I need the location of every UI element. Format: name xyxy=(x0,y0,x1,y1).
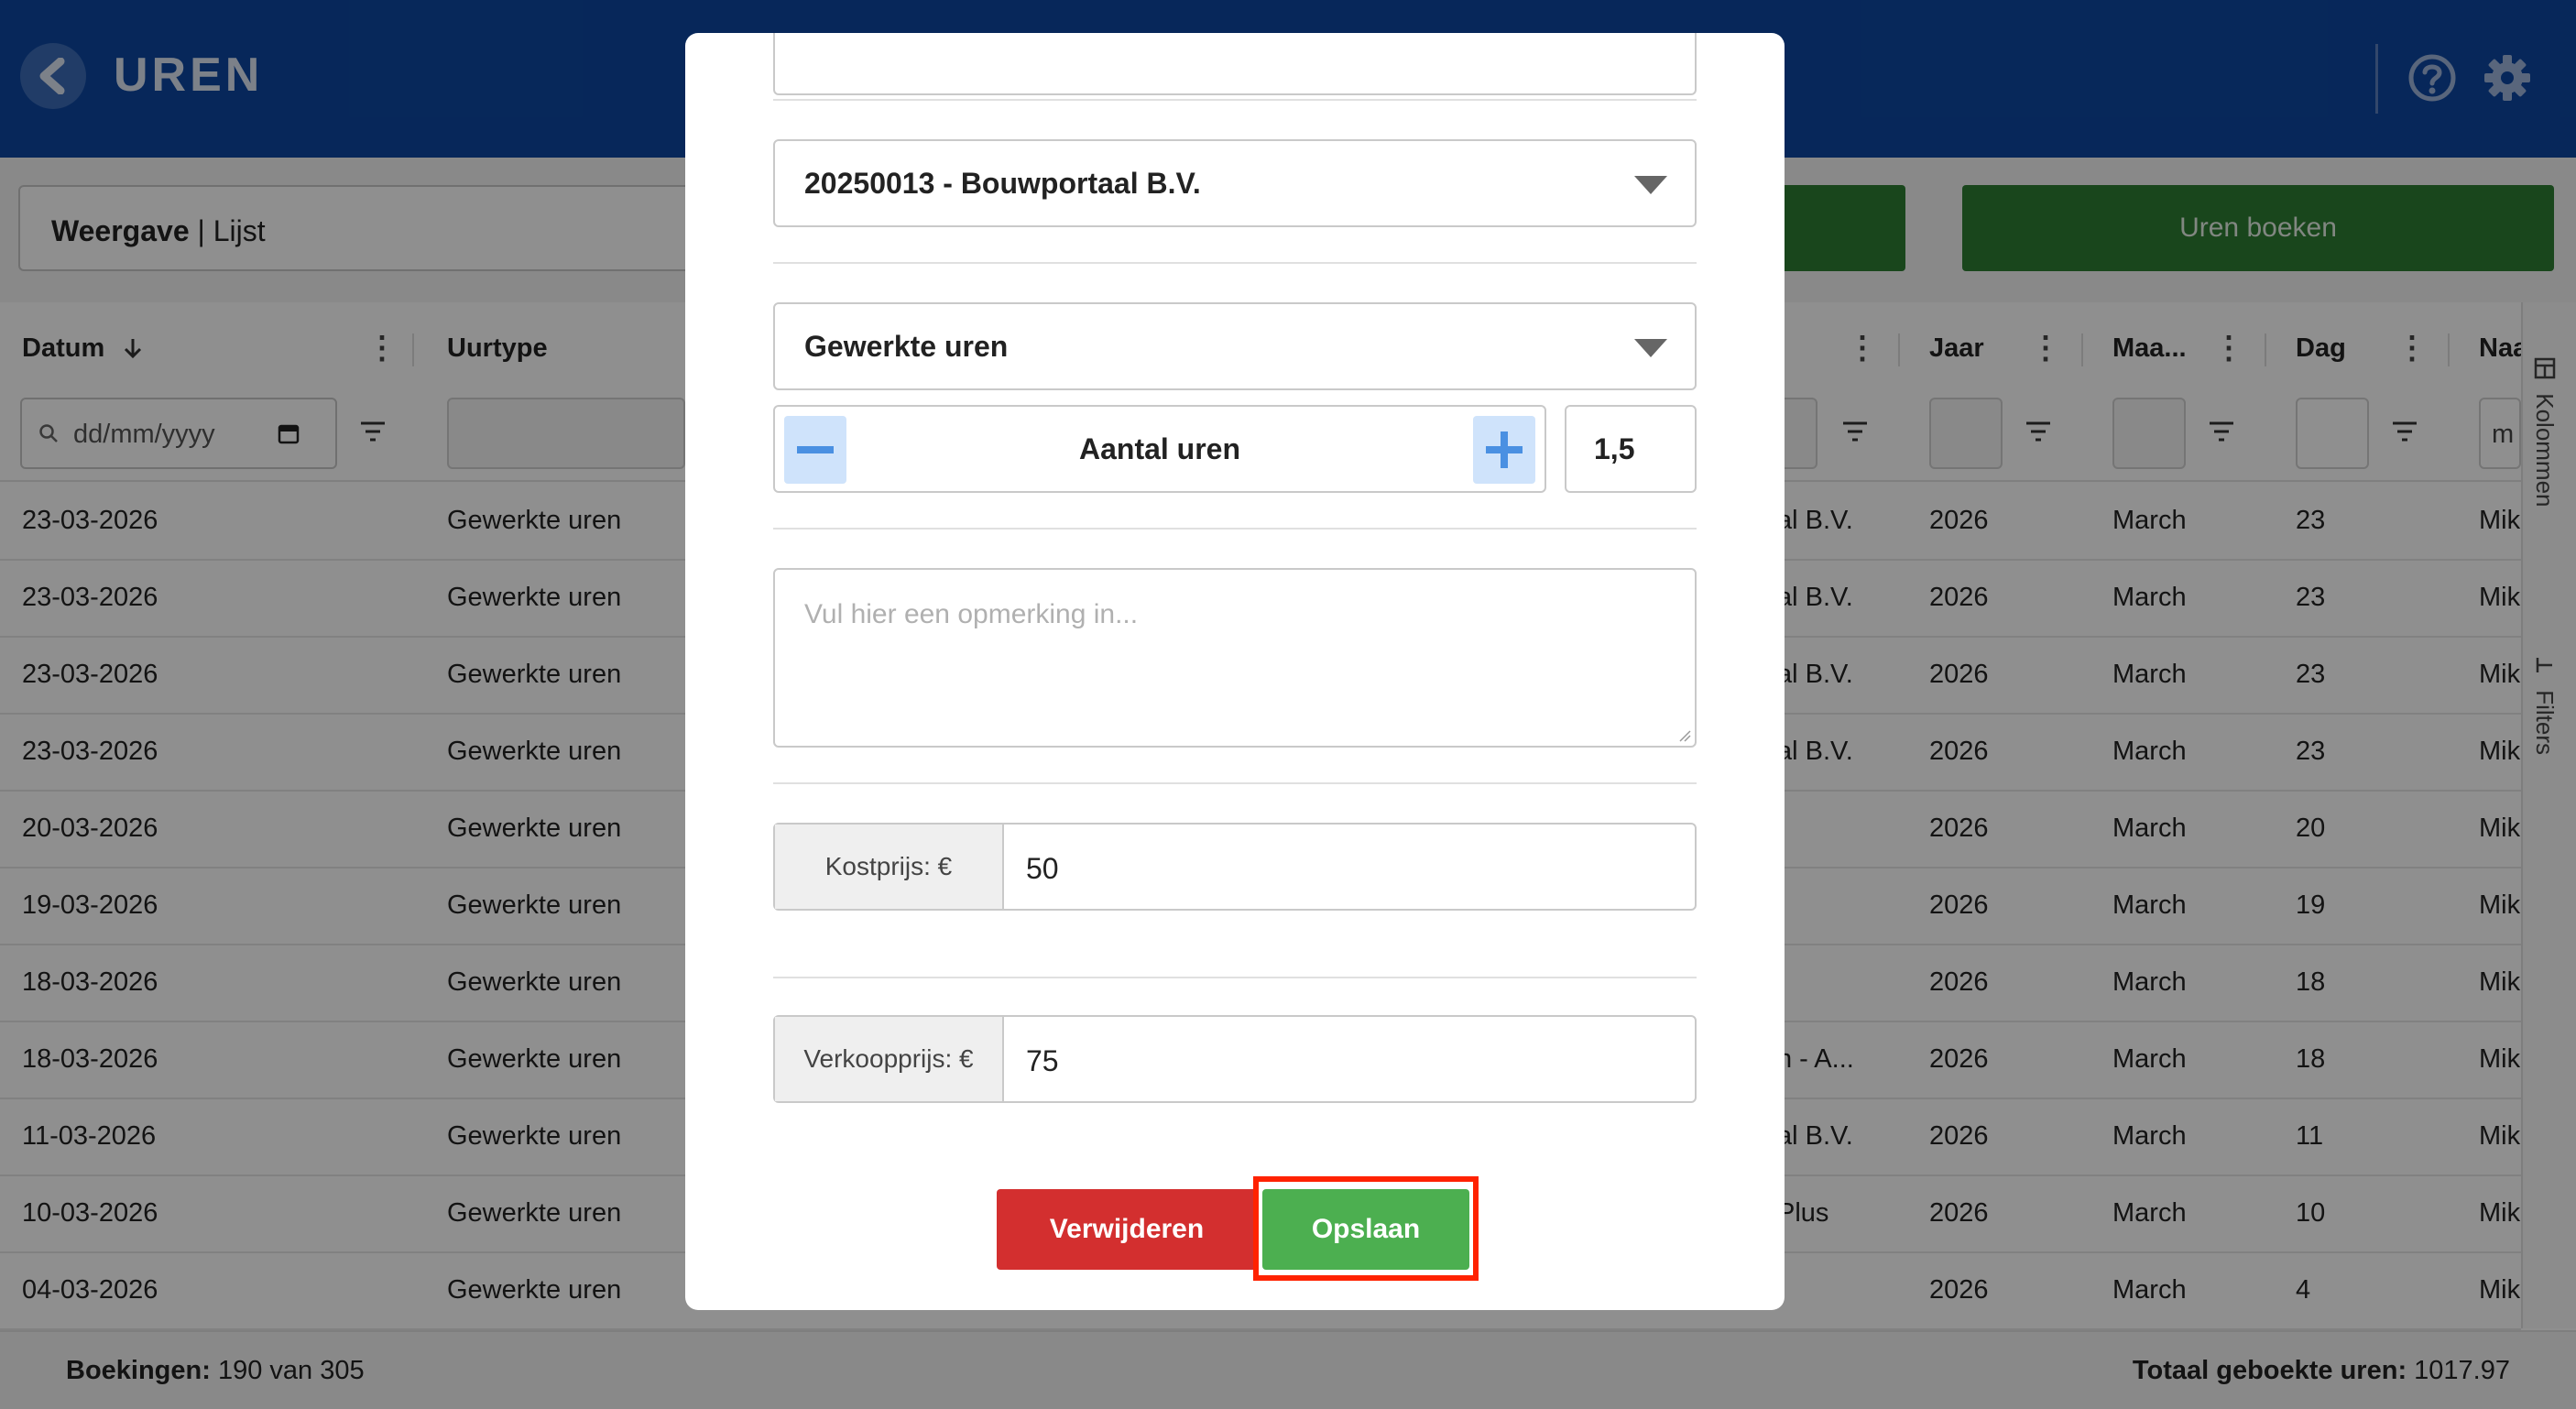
cost-price-input[interactable]: 50 xyxy=(1026,852,1059,886)
modal-divider xyxy=(773,782,1697,784)
edit-hours-modal: 20250013 - Bouwportaal B.V. Gewerkte ure… xyxy=(685,33,1785,1310)
increment-button[interactable] xyxy=(1473,416,1535,484)
modal-divider xyxy=(773,977,1697,978)
hours-quantity-input[interactable]: 1,5 xyxy=(1565,405,1697,493)
cost-price-field: Kostprijs: € 50 xyxy=(773,823,1697,911)
hour-type-select[interactable]: Gewerkte uren xyxy=(773,302,1697,390)
modal-divider xyxy=(773,528,1697,530)
resize-handle-icon[interactable] xyxy=(1676,727,1691,742)
previous-field[interactable] xyxy=(773,33,1697,95)
delete-button[interactable]: Verwijderen xyxy=(997,1189,1257,1270)
caret-down-icon xyxy=(1634,339,1667,357)
sale-price-input[interactable]: 75 xyxy=(1026,1044,1059,1078)
cost-price-label: Kostprijs: € xyxy=(775,825,1004,909)
sale-price-label: Verkoopprijs: € xyxy=(775,1017,1004,1101)
remark-textarea[interactable]: Vul hier een opmerking in... xyxy=(773,568,1697,748)
modal-divider xyxy=(773,262,1697,264)
caret-down-icon xyxy=(1634,176,1667,194)
save-button[interactable]: Opslaan xyxy=(1262,1189,1469,1270)
sale-price-field: Verkoopprijs: € 75 xyxy=(773,1015,1697,1103)
stepper-label: Aantal uren xyxy=(1078,432,1241,465)
plus-icon xyxy=(1486,431,1523,468)
hours-stepper: Aantal uren xyxy=(773,405,1546,493)
project-select[interactable]: 20250013 - Bouwportaal B.V. xyxy=(773,139,1697,227)
modal-divider xyxy=(773,99,1697,101)
